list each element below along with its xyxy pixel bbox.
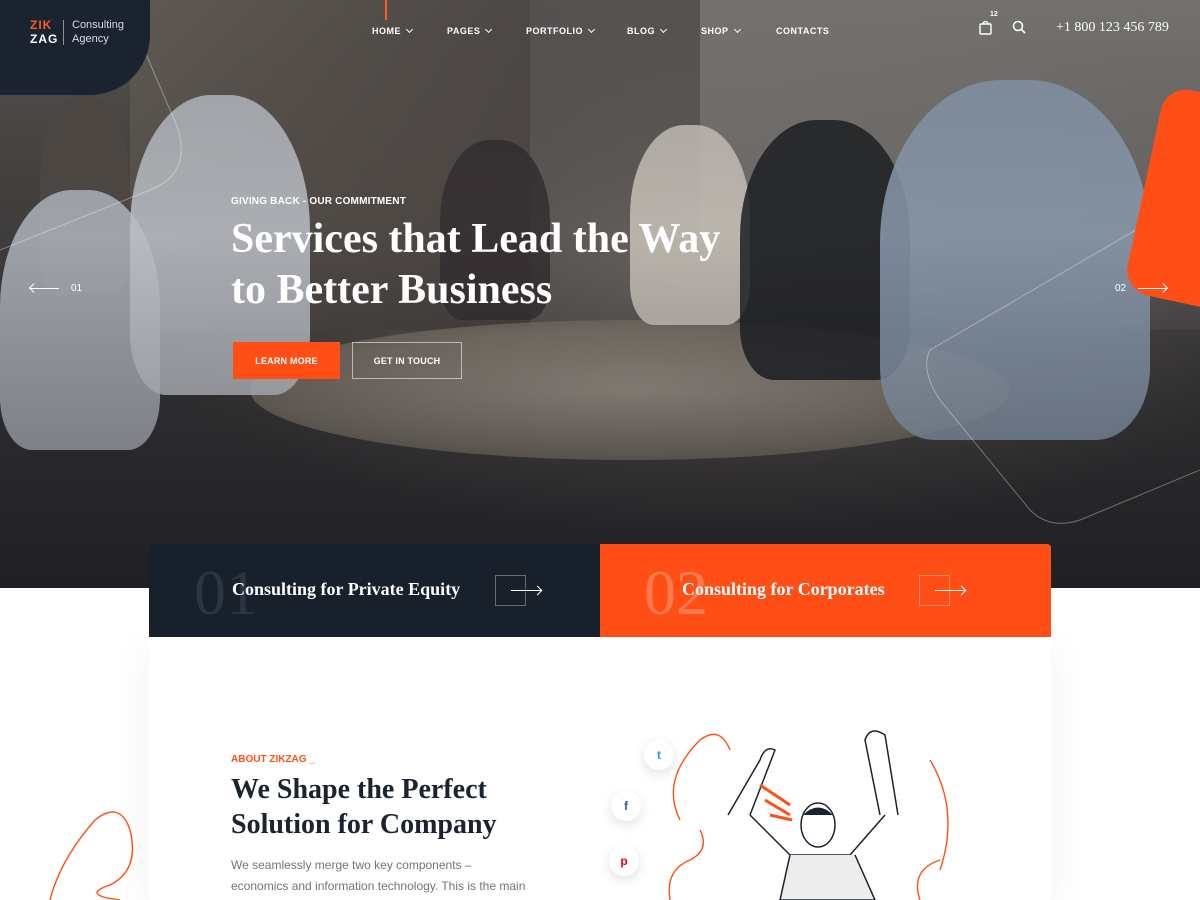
- pinterest-glyph: p: [620, 854, 628, 868]
- nav-item-label: BLOG: [627, 26, 655, 36]
- next-slide-button[interactable]: 02: [1115, 283, 1169, 294]
- prev-slide-number: 01: [71, 283, 83, 294]
- arrow-right-icon: [1138, 288, 1169, 289]
- nav-item-label: CONTACTS: [776, 26, 830, 36]
- service-card-private-equity[interactable]: 01 Consulting for Private Equity: [149, 544, 600, 637]
- nav-item-pages[interactable]: PAGES: [447, 22, 493, 40]
- logo-mark-bottom: ZAG: [30, 32, 59, 46]
- nav-item-home[interactable]: HOME: [372, 22, 414, 40]
- pinterest-icon[interactable]: p: [609, 846, 639, 876]
- facebook-icon[interactable]: f: [611, 791, 641, 821]
- nav-item-label: PAGES: [447, 26, 481, 36]
- hero-eyebrow: GIVING BACK - OUR COMMITMENT: [231, 196, 407, 207]
- phone-number[interactable]: +1 800 123 456 789: [1056, 20, 1169, 36]
- hero-slider: ZIK ZAG Consulting Agency HOME PAGES POR…: [0, 0, 1200, 588]
- nav-item-portfolio[interactable]: PORTFOLIO: [526, 22, 596, 40]
- get-in-touch-button[interactable]: GET IN TOUCH: [352, 342, 462, 379]
- arrow-right-icon: [511, 590, 541, 591]
- about-title: We Shape the Perfect Solution for Compan…: [231, 774, 497, 840]
- chevron-down-icon: [587, 25, 596, 34]
- hero-headline: Services that Lead the Way to Better Bus…: [231, 216, 721, 313]
- learn-more-button[interactable]: LEARN MORE: [233, 342, 340, 379]
- about-eyebrow: ABOUT ZIKZAG _: [231, 754, 315, 765]
- nav-item-shop[interactable]: SHOP: [701, 22, 741, 40]
- logo-tagline-line1: Consulting: [72, 19, 124, 31]
- decorative-squiggle: [49, 811, 134, 900]
- nav-item-label: HOME: [372, 26, 401, 36]
- service-title: Consulting for Private Equity: [232, 579, 461, 599]
- logo-tagline: Consulting Agency: [72, 18, 124, 46]
- nav-active-indicator: [385, 0, 387, 20]
- cart-count-badge: 12: [990, 11, 998, 18]
- about-body: We seamlessly merge two key components –…: [231, 858, 526, 893]
- nav-item-label: PORTFOLIO: [526, 26, 583, 36]
- facebook-glyph: f: [624, 799, 628, 813]
- arrow-left-icon: [29, 288, 59, 289]
- chevron-down-icon: [659, 25, 668, 34]
- service-card-corporates[interactable]: 02 Consulting for Corporates: [600, 544, 1051, 637]
- logo-tagline-line2: Agency: [72, 33, 109, 45]
- nav-item-label: SHOP: [701, 26, 729, 36]
- nav-item-blog[interactable]: BLOG: [627, 22, 668, 40]
- service-title: Consulting for Corporates: [682, 579, 885, 599]
- arrow-right-icon: [935, 590, 965, 591]
- prev-slide-button[interactable]: 01: [29, 283, 82, 294]
- chevron-down-icon: [405, 25, 414, 34]
- celebrating-person-illustration: [668, 730, 949, 900]
- shopping-bag-icon[interactable]: [979, 20, 992, 35]
- logo-background: [0, 0, 150, 95]
- logo-mark-top: ZIK: [30, 18, 53, 32]
- logo[interactable]: ZIK ZAG: [30, 18, 58, 46]
- chevron-down-icon: [485, 25, 493, 34]
- chevron-down-icon: [733, 25, 741, 34]
- next-slide-number: 02: [1115, 283, 1127, 294]
- nav-item-contacts[interactable]: CONTACTS: [776, 22, 829, 40]
- search-icon[interactable]: [1012, 20, 1026, 34]
- logo-divider: [63, 20, 64, 45]
